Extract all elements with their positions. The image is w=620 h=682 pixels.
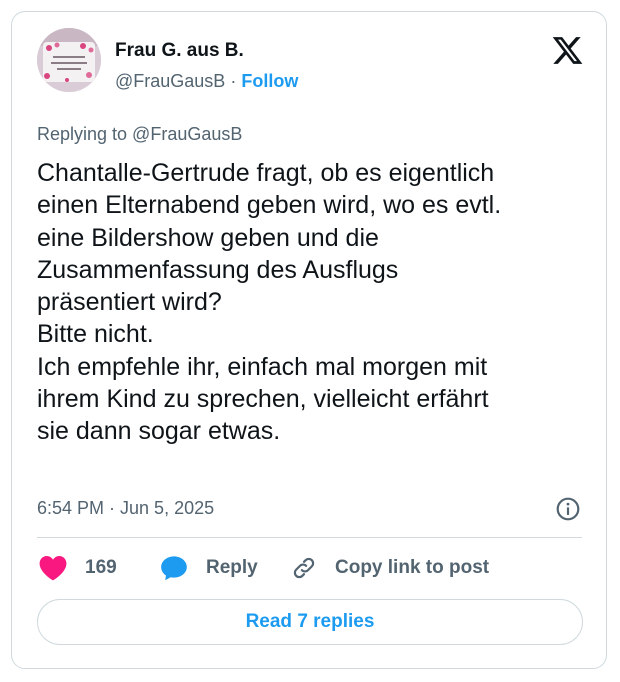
post-body-line: Chantalle-Gertrude fragt, ob es eigentli… — [37, 159, 495, 187]
post-body-line: Ich empfehle ihr, einfach mal morgen mit — [37, 352, 488, 381]
handle-separator: · — [230, 71, 237, 91]
avatar[interactable] — [37, 28, 101, 92]
author-handle-row: @FrauGausB · Follow — [115, 71, 298, 92]
post-timestamp[interactable]: 6:54 PM · Jun 5, 2025 — [37, 498, 214, 519]
reply-bubble-icon — [161, 556, 187, 581]
divider — [37, 537, 582, 538]
read-replies-button[interactable]: Read 7 replies — [37, 599, 583, 645]
like-button[interactable]: 169 — [39, 555, 117, 581]
copy-link-button[interactable]: Copy link to post — [291, 555, 489, 581]
link-icon — [293, 557, 315, 579]
reply-label: Reply — [206, 557, 258, 578]
author-name[interactable]: Frau G. aus B. — [115, 40, 244, 62]
post-card: Frau G. aus B. @FrauGausB · Follow Reply… — [11, 11, 607, 669]
follow-button[interactable]: Follow — [241, 71, 298, 91]
x-logo-icon[interactable] — [551, 34, 584, 67]
post-body-line: Bitte nicht. — [37, 320, 154, 349]
like-count: 169 — [85, 557, 117, 578]
post-body-line: sie dann sogar etwas. — [37, 417, 281, 446]
read-replies-label: Read 7 replies — [245, 611, 375, 632]
replying-to: Replying to @FrauGausB — [37, 124, 243, 144]
info-icon[interactable] — [555, 496, 581, 522]
heart-icon — [39, 555, 67, 581]
post-body-line: ihrem Kind zu sprechen, vielleicht erfäh… — [37, 385, 489, 414]
reply-button[interactable]: Reply — [160, 555, 258, 581]
author-handle[interactable]: @FrauGausB — [115, 71, 225, 91]
post-body-line: einen Elternabend geben wird, wo es evtl… — [37, 191, 502, 220]
copy-link-label: Copy link to post — [335, 557, 490, 578]
post-body: Chantalle-Gertrude fragt, ob es eigentli… — [37, 157, 597, 448]
post-body-line: präsentiert wird? — [37, 288, 222, 317]
post-body-line: Zusammenfassung des Ausflugs — [37, 255, 399, 284]
post-body-line: eine Bildershow geben und die — [37, 223, 379, 252]
avatar-image — [37, 28, 101, 92]
